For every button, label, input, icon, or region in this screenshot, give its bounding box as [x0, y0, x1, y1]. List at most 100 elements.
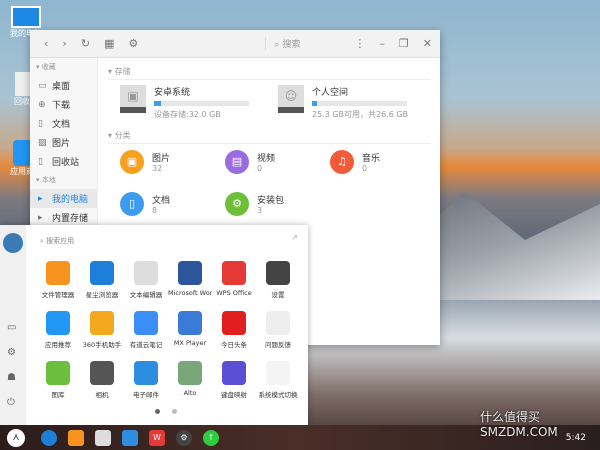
sidebar-item-pictures[interactable]: ▨ 图片: [30, 133, 97, 152]
page-dot-active[interactable]: [155, 409, 160, 414]
app-label: Alto: [183, 389, 197, 397]
app-icon: [46, 311, 70, 335]
app-label: 相机: [95, 391, 109, 399]
sidebar-item-my-computer[interactable]: ▸ 我的电脑: [30, 189, 97, 208]
maximize-button[interactable]: ❐: [399, 37, 409, 50]
app-item[interactable]: 星尘浏览器: [80, 261, 124, 299]
category-videos[interactable]: ▤ 视频 0: [225, 150, 275, 174]
user-drive-icon: ☺: [278, 85, 304, 113]
category-documents[interactable]: ▯ 文档 8: [120, 192, 170, 216]
app-item[interactable]: 图库: [36, 361, 80, 399]
category-section-header: ▾ 分类: [108, 130, 430, 144]
forward-button[interactable]: ›: [62, 37, 66, 50]
app-item[interactable]: 今日头条: [212, 311, 256, 349]
app-icon: [266, 361, 290, 385]
sidebar-item-documents[interactable]: ▯ 文档: [30, 114, 97, 133]
page-dot[interactable]: [172, 409, 177, 414]
app-icon: [90, 361, 114, 385]
android-icon[interactable]: ☗: [7, 372, 16, 383]
app-item[interactable]: WPS Office: [212, 261, 256, 299]
app-item[interactable]: 360手机助手: [80, 311, 124, 349]
document-icon: ▯: [38, 118, 43, 129]
taskbar-email[interactable]: [122, 429, 138, 446]
android-icon: ⚙: [225, 192, 249, 216]
launcher-side-column: ▭ ⚙ ☗ ⏻: [0, 225, 26, 425]
power-icon[interactable]: ⏻: [7, 397, 15, 408]
sidebar-item-recycle-bin[interactable]: ▯ 回收站: [30, 152, 97, 171]
watermark: 什么值得买 SMZDM.COM: [480, 410, 558, 439]
category-music[interactable]: ♫ 音乐 0: [330, 150, 380, 174]
app-icon: [134, 361, 158, 385]
sidebar-item-desktop[interactable]: ▭ 桌面: [30, 76, 97, 95]
app-label: WPS Office: [216, 289, 252, 297]
app-label: 文件管理器: [41, 291, 75, 299]
more-menu-button[interactable]: ⋮: [354, 37, 365, 50]
minimize-button[interactable]: –: [379, 37, 385, 50]
app-label: 文本编辑器: [129, 291, 163, 299]
app-icon: [266, 311, 290, 335]
app-icon: [178, 361, 202, 385]
app-item[interactable]: 应用推荐: [36, 311, 80, 349]
start-menu-button[interactable]: ⋏: [7, 428, 25, 447]
sidebar-header-local: ▾ 本地: [36, 176, 56, 184]
app-grid: 文件管理器 星尘浏览器 文本编辑器 Microsoft Word WPS Office 设…: [36, 261, 300, 399]
caret-right-icon: ▸: [38, 193, 43, 204]
app-label: 360手机助手: [82, 341, 122, 349]
app-icon: [90, 311, 114, 335]
user-avatar[interactable]: [3, 233, 23, 253]
taskbar-file-manager[interactable]: [68, 429, 84, 446]
usage-bar: [154, 101, 249, 106]
computer-icon[interactable]: ▭: [7, 322, 16, 333]
storage-item-personal[interactable]: ☺ 个人空间 25.3 GB可用，共26.6 GB: [278, 85, 408, 120]
caret-right-icon: ▸: [38, 212, 43, 223]
back-button[interactable]: ‹: [44, 37, 48, 50]
view-toggle-button[interactable]: ▦: [104, 37, 114, 50]
taskbar-settings[interactable]: ⚙: [176, 429, 192, 446]
android-drive-icon: ▣: [120, 85, 146, 113]
app-item[interactable]: MX Player: [168, 311, 212, 349]
app-item[interactable]: Alto: [168, 361, 212, 399]
app-item[interactable]: 问题反馈: [256, 311, 300, 349]
app-icon: [46, 361, 70, 385]
app-label: 电子邮件: [133, 391, 159, 399]
usage-bar: [312, 101, 407, 106]
app-item[interactable]: 系统模式切换: [256, 361, 300, 399]
settings-button[interactable]: ⚙: [128, 37, 138, 50]
sidebar-item-downloads[interactable]: ⊕ 下载: [30, 95, 97, 114]
taskbar-browser[interactable]: [41, 429, 57, 446]
app-label: 图库: [51, 391, 65, 399]
storage-item-android[interactable]: ▣ 安卓系统 设备存储:32.0 GB: [120, 85, 249, 120]
picture-icon: ▣: [120, 150, 144, 174]
computer-icon: [11, 6, 41, 28]
app-icon: [46, 261, 70, 285]
app-item[interactable]: 文件管理器: [36, 261, 80, 299]
category-apk[interactable]: ⚙ 安装包 3: [225, 192, 284, 216]
app-search-input[interactable]: ⌕ 搜索应用: [40, 236, 74, 246]
settings-icon[interactable]: ⚙: [7, 347, 16, 358]
app-item[interactable]: 设置: [256, 261, 300, 299]
app-item[interactable]: 键盘映射: [212, 361, 256, 399]
app-label: 设置: [271, 291, 285, 299]
download-icon: ⊕: [38, 99, 46, 110]
app-item[interactable]: 文本编辑器: [124, 261, 168, 299]
app-item[interactable]: 有道云笔记: [124, 311, 168, 349]
app-item[interactable]: 电子邮件: [124, 361, 168, 399]
app-item[interactable]: 相机: [80, 361, 124, 399]
app-icon: [178, 261, 202, 285]
refresh-button[interactable]: ↻: [81, 37, 90, 50]
category-pictures[interactable]: ▣ 图片 32: [120, 150, 170, 174]
app-label: 今日头条: [221, 341, 247, 349]
app-label: 星尘浏览器: [85, 291, 119, 299]
taskbar-wps[interactable]: W: [149, 429, 165, 446]
taskbar-text-editor[interactable]: [95, 429, 111, 446]
close-button[interactable]: ✕: [423, 37, 432, 50]
app-item[interactable]: Microsoft Word: [168, 261, 212, 299]
app-label: 有道云笔记: [129, 341, 163, 349]
app-label: Microsoft Word: [168, 289, 212, 297]
taskbar-update[interactable]: ↑: [203, 429, 219, 446]
search-input[interactable]: ⌕ 搜索: [265, 37, 340, 50]
desktop-icon: ▭: [38, 80, 47, 91]
expand-icon[interactable]: ↗: [291, 233, 298, 242]
app-icon: [178, 311, 202, 335]
app-icon: [222, 311, 246, 335]
